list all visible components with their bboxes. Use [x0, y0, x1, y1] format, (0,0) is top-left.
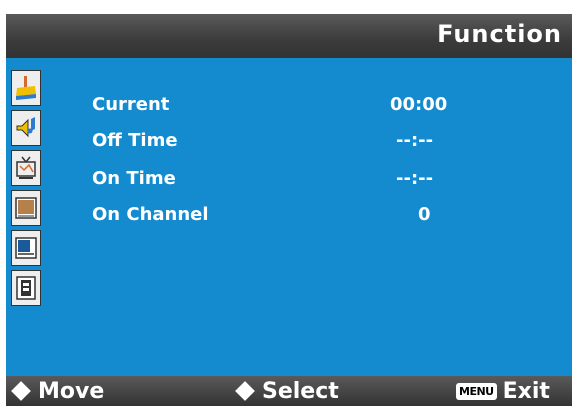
menu-key-icon: MENU: [456, 382, 497, 400]
exit-hint[interactable]: MENU Exit: [456, 376, 550, 406]
row-value-on-channel: 0: [418, 204, 431, 225]
select-hint: Select: [235, 376, 339, 406]
row-label-on-channel[interactable]: On Channel: [92, 204, 209, 225]
sidebar-item-audio[interactable]: [11, 110, 41, 146]
sidebar-item-display[interactable]: [11, 190, 41, 226]
screen-icon: [15, 237, 37, 259]
function-panel: Current 00:00 Off Time --:-- On Time --:…: [6, 58, 572, 376]
footer-bar: Move Select MENU Exit: [6, 376, 572, 406]
move-label: Move: [38, 378, 105, 404]
setup-icon: [16, 276, 36, 300]
row-value-current: 00:00: [390, 94, 448, 115]
sidebar-item-tv[interactable]: [11, 150, 41, 186]
row-value-off-time: --:--: [396, 130, 434, 151]
sidebar-item-screen[interactable]: [11, 230, 41, 266]
diamond-icon: [235, 381, 255, 401]
page-title: Function: [437, 20, 562, 48]
picture-icon: [16, 76, 36, 100]
row-label-off-time[interactable]: Off Time: [92, 130, 178, 151]
move-hint: Move: [11, 376, 105, 406]
exit-label: Exit: [502, 378, 550, 404]
diamond-icon: [11, 381, 31, 401]
osd-menu: Function Current 00:00 Off Time --:-- On…: [6, 14, 572, 406]
row-label-current[interactable]: Current: [92, 94, 169, 115]
display-icon: [15, 197, 37, 219]
row-label-on-time[interactable]: On Time: [92, 168, 176, 189]
select-label: Select: [262, 378, 339, 404]
sidebar-item-picture[interactable]: [11, 70, 41, 106]
row-value-on-time: --:--: [396, 168, 434, 189]
title-bar: Function: [6, 14, 572, 58]
sidebar-item-setup[interactable]: [11, 270, 41, 306]
audio-icon: [16, 117, 35, 138]
tv-icon: [16, 156, 36, 179]
